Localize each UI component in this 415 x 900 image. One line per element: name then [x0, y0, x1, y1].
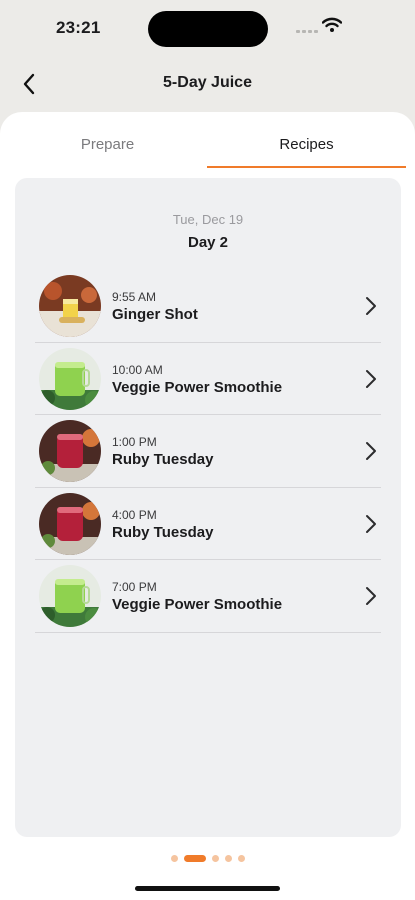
recipe-name: Ruby Tuesday [112, 523, 214, 541]
recipe-item-veggie-power-smoothie[interactable]: 10:00 AM Veggie Power Smoothie [35, 343, 381, 415]
tab-prepare[interactable]: Prepare [8, 128, 207, 168]
content-sheet: Prepare Recipes Tue, Dec 19 Day 2 9:55 A… [0, 112, 415, 900]
page-dot[interactable] [224, 854, 232, 862]
navigation-bar: 5-Day Juice [0, 62, 415, 106]
cellular-signal-icon [296, 30, 318, 34]
chevron-right-icon [366, 297, 376, 315]
page-title: 5-Day Juice [163, 74, 252, 91]
recipe-item-ruby-tuesday[interactable]: 4:00 PM Ruby Tuesday [35, 488, 381, 560]
green-smoothie-photo [39, 347, 101, 410]
chevron-right-icon [366, 442, 376, 460]
chevron-right-icon [366, 514, 376, 533]
recipe-name: Veggie Power Smoothie [112, 378, 283, 396]
day-label: Day 2 [187, 234, 229, 251]
day-card: Tue, Dec 19 Day 2 9:55 AM Ginger Shot 10… [15, 178, 401, 837]
page-dot[interactable] [170, 854, 178, 862]
status-time: 23:21 [56, 18, 101, 37]
recipe-item-ruby-tuesday[interactable]: 1:00 PM Ruby Tuesday [35, 415, 381, 488]
green-smoothie-photo [39, 565, 101, 627]
tab-bar: Prepare Recipes [8, 128, 406, 168]
recipe-name: Veggie Power Smoothie [112, 596, 283, 613]
page-dot[interactable] [211, 854, 219, 862]
page-indicator [0, 853, 415, 863]
dynamic-island [148, 11, 268, 47]
day-date: Tue, Dec 19 [172, 212, 244, 227]
wifi-icon [322, 17, 342, 32]
home-indicator[interactable] [135, 886, 280, 891]
recipe-item-ginger-shot[interactable]: 9:55 AM Ginger Shot [35, 270, 381, 343]
recipe-list: 9:55 AM Ginger Shot 10:00 AM Veggie Powe… [35, 270, 381, 633]
recipe-time: 9:55 AM [112, 290, 157, 304]
status-bar: 23:21 [0, 0, 415, 56]
chevron-right-icon [366, 587, 376, 605]
red-juice-photo [39, 492, 101, 555]
chevron-right-icon [366, 369, 376, 388]
page-dot-active[interactable] [183, 854, 206, 862]
recipe-time: 10:00 AM [112, 362, 163, 377]
recipe-name: Ginger Shot [112, 306, 198, 323]
page-dot[interactable] [237, 854, 245, 862]
red-juice-photo [39, 420, 101, 482]
recipe-item-veggie-power-smoothie[interactable]: 7:00 PM Veggie Power Smoothie [35, 560, 381, 633]
recipe-time: 7:00 PM [112, 580, 157, 594]
recipe-time: 1:00 PM [112, 435, 157, 449]
recipe-name: Ruby Tuesday [112, 451, 214, 468]
recipe-time: 4:00 PM [112, 507, 157, 522]
ginger-shot-photo [39, 275, 101, 337]
tab-recipes[interactable]: Recipes [207, 128, 406, 168]
